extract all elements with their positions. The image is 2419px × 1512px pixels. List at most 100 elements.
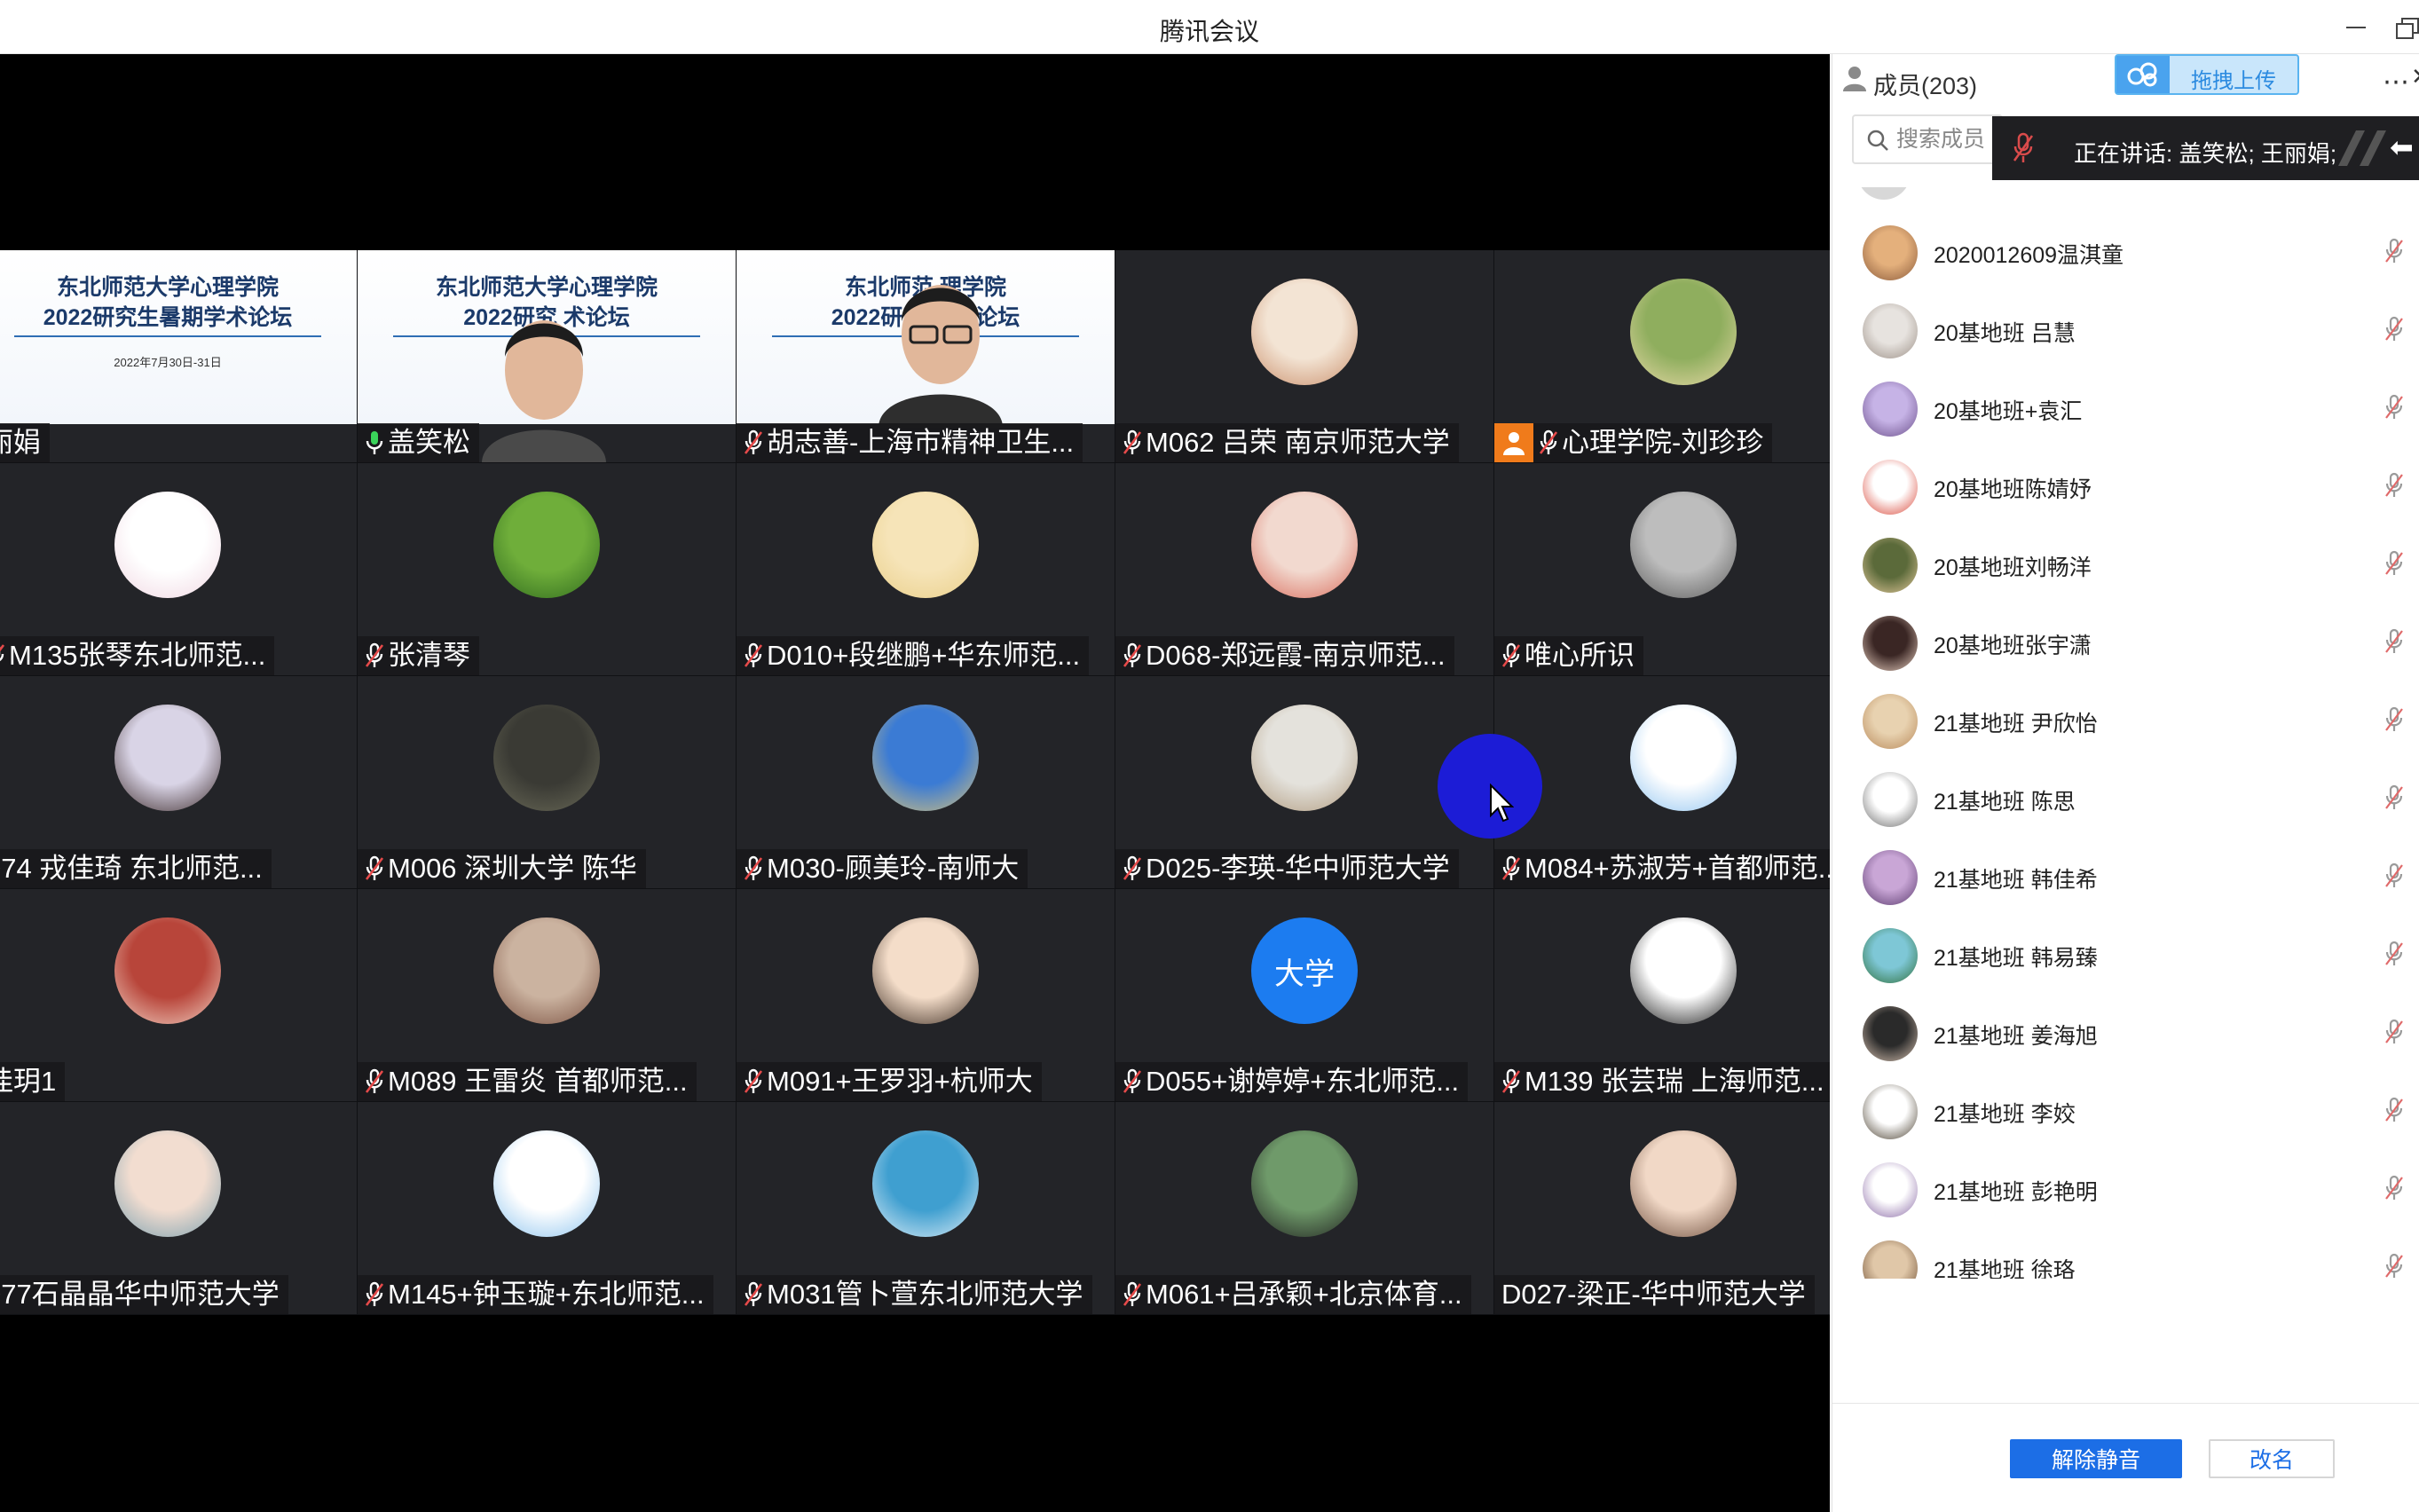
- video-tile[interactable]: M089 王雷炎 首都师范...: [358, 889, 737, 1102]
- member-row[interactable]: 20基地班刘畅洋: [1832, 526, 2419, 604]
- participant-avatar: [493, 917, 600, 1024]
- video-tile[interactable]: D068-郑远霞-南京师范...: [1115, 463, 1494, 676]
- video-tile[interactable]: M006 深圳大学 陈华: [358, 676, 737, 889]
- panel-footer: 解除静音 改名: [1832, 1403, 2419, 1512]
- mic-muted-icon[interactable]: [2384, 862, 2404, 894]
- video-tile[interactable]: M139 张芸瑞 上海师范...: [1494, 889, 1830, 1102]
- video-grid: 东北师范大学心理学院 2022研究生暑期学术论坛 2022年7月30日-31日丽…: [0, 250, 1830, 1315]
- minimize-icon[interactable]: [2339, 11, 2371, 43]
- video-tile[interactable]: M061+吕承颖+北京体育...: [1115, 1102, 1494, 1315]
- member-row[interactable]: 21基地班 尹欣怡: [1832, 682, 2419, 760]
- participant-name: M006 深圳大学 陈华: [388, 853, 637, 884]
- video-tile[interactable]: 大学 D055+谢婷婷+东北师范...: [1115, 889, 1494, 1102]
- video-tile[interactable]: 东北师范大学心理学院 2022研究生暑期学术论坛 2022年7月30日-31日丽…: [0, 250, 358, 463]
- participant-avatar: [1251, 279, 1358, 385]
- camera-person: [482, 295, 606, 462]
- member-name: 21基地班 韩佳希: [1934, 868, 2098, 893]
- video-tile[interactable]: 心理学院-刘珍珍: [1494, 250, 1830, 463]
- participant-name-bar: M089 王雷炎 首都师范...: [358, 1062, 697, 1101]
- mic-muted-icon[interactable]: [2384, 393, 2404, 426]
- restore-window-icon[interactable]: [2391, 11, 2419, 43]
- drag-upload-button[interactable]: 拖拽上传: [2115, 54, 2299, 95]
- video-tile[interactable]: M135张琴东北师范...: [0, 463, 358, 676]
- unmute-all-button[interactable]: 解除静音: [2010, 1439, 2182, 1478]
- member-name: 20基地班 吕慧: [1934, 321, 2076, 346]
- member-row[interactable]: 2020012609温淇童: [1832, 214, 2419, 292]
- video-tile[interactable]: M062 吕荣 南京师范大学: [1115, 250, 1494, 463]
- member-row[interactable]: 21基地班 徐珞: [1832, 1229, 2419, 1279]
- more-options-icon[interactable]: ⋯: [2383, 67, 2410, 98]
- video-tile[interactable]: D010+段继鹏+华东师范...: [737, 463, 1115, 676]
- mic-muted-icon: [0, 642, 5, 669]
- participant-name-bar: 077石晶晶华中师范大学: [0, 1275, 288, 1314]
- participant-name-bar: M031管卜萱东北师范大学: [737, 1275, 1092, 1314]
- member-avatar: [1863, 1162, 1918, 1217]
- video-tile[interactable]: M084+苏淑芳+首都师范...: [1494, 676, 1830, 889]
- member-name: 20基地班张宇潇: [1934, 634, 2092, 658]
- member-row[interactable]: 21基地班 李姣: [1832, 1073, 2419, 1151]
- mic-muted-icon: [1123, 642, 1142, 669]
- video-tile[interactable]: M091+王罗羽+杭师大: [737, 889, 1115, 1102]
- member-row[interactable]: 20基地班 吕慧: [1832, 292, 2419, 370]
- search-icon: [1867, 130, 1888, 151]
- video-tile[interactable]: M030-顾美玲-南师大: [737, 676, 1115, 889]
- mic-muted-icon[interactable]: [2384, 471, 2404, 504]
- participant-name-bar: M084+苏淑芳+首都师范...: [1494, 849, 1830, 888]
- video-tile[interactable]: D027-梁正-华中师范大学: [1494, 1102, 1830, 1315]
- participant-name-bar: 佳玥1: [0, 1062, 66, 1101]
- close-icon[interactable]: ✕: [2411, 63, 2419, 91]
- mic-muted-icon: [365, 855, 384, 882]
- member-row[interactable]: 21基地班 彭艳明: [1832, 1151, 2419, 1229]
- slide-title: 东北师范大学心理学院: [56, 275, 279, 300]
- member-row[interactable]: 20基地班陈婧妤: [1832, 448, 2419, 526]
- participant-name: M091+王罗羽+杭师大: [767, 1066, 1033, 1097]
- participant-name-bar: 074 戎佳琦 东北师范...: [0, 849, 272, 888]
- mic-muted-icon[interactable]: [2384, 1018, 2404, 1051]
- video-tile[interactable]: 佳玥1: [0, 889, 358, 1102]
- video-tile[interactable]: M145+钟玉璇+东北师范...: [358, 1102, 737, 1315]
- mic-muted-icon[interactable]: [2384, 549, 2404, 582]
- mic-muted-icon: [365, 642, 384, 669]
- member-row[interactable]: 20基地班+袁汇: [1832, 370, 2419, 448]
- mic-muted-icon[interactable]: [2384, 315, 2404, 348]
- mic-muted-icon[interactable]: [2384, 1252, 2404, 1279]
- member-name: 20基地班+袁汇: [1934, 399, 2083, 424]
- video-tile[interactable]: 074 戎佳琦 东北师范...: [0, 676, 358, 889]
- mic-muted-icon[interactable]: [2384, 1174, 2404, 1207]
- member-list: 2020012609温淇童 20基地班 吕慧 20基地班+袁汇 20基地班陈婧妤…: [1832, 187, 2419, 1279]
- participant-name-bar: 唯心所识: [1494, 636, 1643, 675]
- mic-muted-icon[interactable]: [2384, 627, 2404, 660]
- member-search[interactable]: [1852, 114, 2003, 164]
- member-row[interactable]: 20基地班张宇潇: [1832, 604, 2419, 682]
- mic-muted-icon[interactable]: [2384, 940, 2404, 973]
- participant-name: M139 张芸瑞 上海师范...: [1525, 1066, 1824, 1097]
- participant-avatar: [872, 492, 979, 598]
- participant-name: D055+谢婷婷+东北师范...: [1146, 1066, 1460, 1097]
- member-row[interactable]: 21基地班 陈思: [1832, 760, 2419, 839]
- video-tile[interactable]: 张清琴: [358, 463, 737, 676]
- slide-date: 2022年7月30日-31日: [114, 356, 222, 369]
- member-avatar: [1863, 616, 1918, 671]
- participant-name: M062 吕荣 南京师范大学: [1146, 427, 1450, 458]
- mic-muted-icon[interactable]: [2384, 784, 2404, 816]
- participant-avatar: [1630, 279, 1737, 385]
- video-tile[interactable]: 077石晶晶华中师范大学: [0, 1102, 358, 1315]
- member-row[interactable]: 21基地班 韩易臻: [1832, 917, 2419, 995]
- mic-muted-icon[interactable]: [2384, 1096, 2404, 1129]
- rename-button[interactable]: 改名: [2209, 1439, 2335, 1478]
- video-tile[interactable]: 唯心所识: [1494, 463, 1830, 676]
- member-row[interactable]: 21基地班 姜海旭: [1832, 995, 2419, 1073]
- video-tile[interactable]: 东北师范大学心理学院 2022研究 术论坛 202 盖笑松: [358, 250, 737, 463]
- arrow-left-icon[interactable]: ⬅: [2390, 130, 2414, 164]
- video-tile[interactable]: 东北师范 理学院 2022研究 学术论坛 2022 胡志善-上海市精神卫生...: [737, 250, 1115, 463]
- mic-muted-icon: [744, 429, 763, 456]
- search-input[interactable]: [1896, 123, 2001, 155]
- mic-muted-icon[interactable]: [2384, 705, 2404, 738]
- participant-name: M030-顾美玲-南师大: [767, 853, 1020, 884]
- participant-avatar: [493, 492, 600, 598]
- participant-name: 074 戎佳琦 东北师范...: [0, 853, 263, 884]
- members-count: 成员(203): [1873, 73, 1978, 99]
- video-tile[interactable]: M031管卜萱东北师范大学: [737, 1102, 1115, 1315]
- mic-muted-icon[interactable]: [2384, 237, 2404, 270]
- member-row[interactable]: 21基地班 韩佳希: [1832, 839, 2419, 917]
